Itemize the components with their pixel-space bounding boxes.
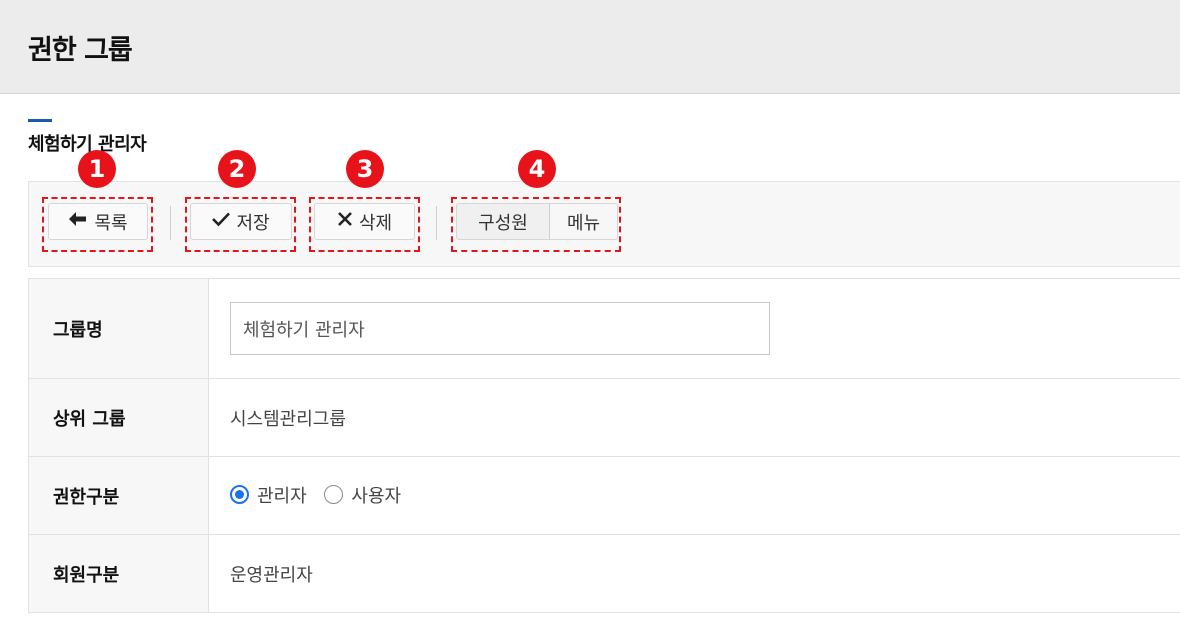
callout-box-4: [451, 197, 621, 252]
callout-badge-3: 3: [346, 150, 384, 188]
radio-user-icon: [324, 485, 344, 505]
form-row-parent-group: 상위 그룹 시스템관리그룹: [28, 378, 1180, 457]
page-title: 권한 그룹: [28, 35, 133, 66]
radio-admin[interactable]: 관리자: [230, 482, 307, 508]
toolbar-divider: [436, 206, 437, 240]
radio-admin-selected-icon: [230, 485, 249, 505]
callout-box-1: [42, 197, 153, 252]
callout-box-2: [185, 197, 296, 252]
permission-type-label: 권한구분: [28, 456, 209, 535]
callout-badge-1: 1: [78, 150, 116, 188]
callout-box-3: [309, 197, 420, 252]
group-name-label: 그룹명: [28, 278, 209, 379]
radio-admin-label: 관리자: [257, 485, 307, 507]
group-form: 그룹명 상위 그룹 시스템관리그룹 권한구분 관리자 사용자 회원구분 운영관리…: [28, 278, 1180, 613]
parent-group-value: 시스템관리그룹: [208, 378, 1180, 457]
form-row-group-name: 그룹명: [28, 278, 1180, 379]
member-type-label: 회원구분: [28, 534, 209, 613]
page-header: 권한 그룹: [0, 0, 1180, 94]
radio-user-label: 사용자: [351, 485, 402, 507]
callout-badge-2: 2: [218, 150, 256, 188]
permission-type-cell: 관리자 사용자: [208, 456, 1180, 535]
parent-group-label: 상위 그룹: [28, 378, 209, 457]
callout-badge-4: 4: [518, 150, 556, 188]
toolbar-divider: [170, 206, 171, 240]
radio-user[interactable]: 사용자: [324, 482, 401, 508]
group-name-cell: [208, 278, 1180, 379]
member-type-value: 운영관리자: [208, 534, 1180, 613]
form-row-permission-type: 권한구분 관리자 사용자: [28, 456, 1180, 535]
section-accent-bar: [28, 119, 52, 122]
form-row-member-type: 회원구분 운영관리자: [28, 534, 1180, 613]
group-name-input[interactable]: [230, 302, 770, 355]
